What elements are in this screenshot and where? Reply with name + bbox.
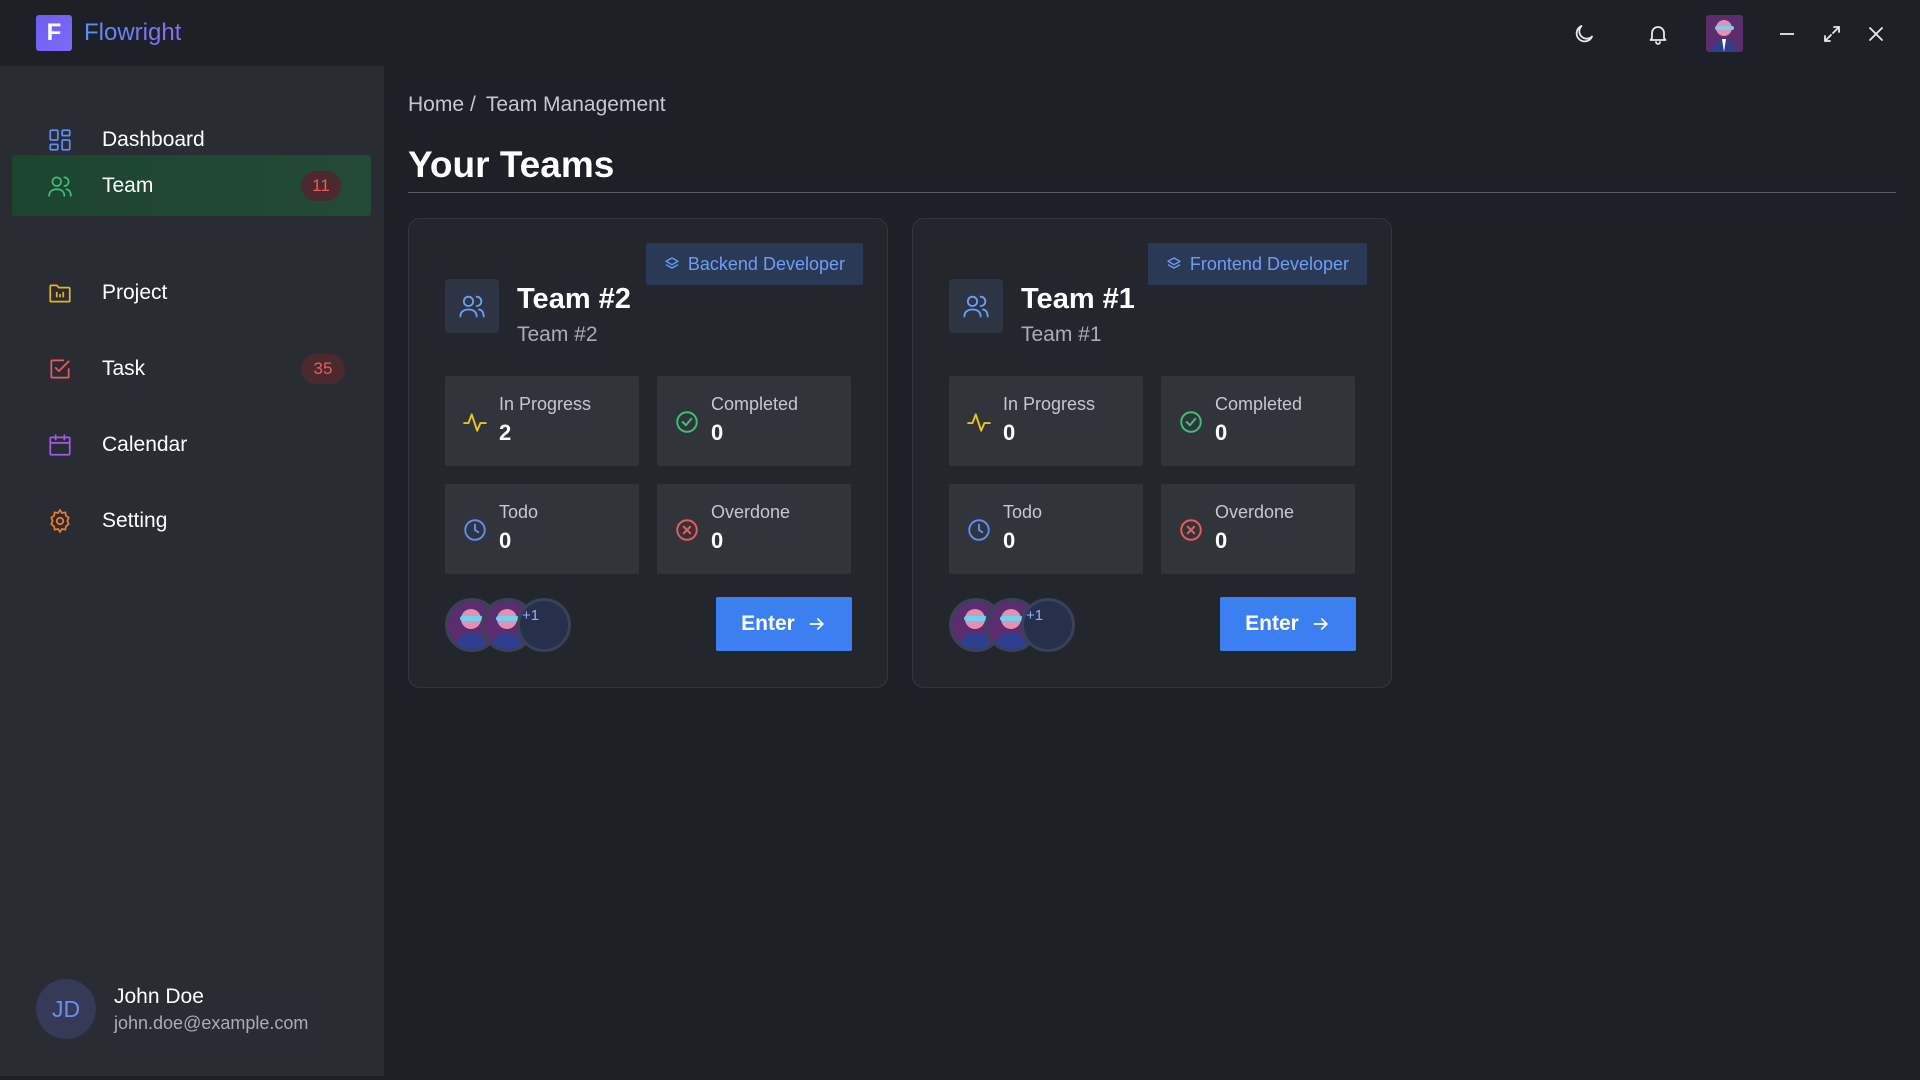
stat-overdone: Overdone 0: [657, 484, 851, 574]
team-count-badge: 11: [301, 170, 341, 201]
team-subtitle: Team #2: [517, 323, 598, 346]
sidebar-item-label: Team: [102, 173, 154, 197]
member-avatars[interactable]: +1: [949, 598, 1079, 652]
stat-value: 0: [1003, 528, 1016, 553]
stat-value: 0: [711, 420, 724, 445]
enter-team-button[interactable]: Enter: [716, 597, 852, 651]
avatar: JD: [36, 979, 96, 1039]
team-subtitle: Team #1: [1021, 323, 1102, 346]
role-tag-label: Frontend Developer: [1189, 253, 1349, 274]
sidebar-item-task[interactable]: Task 35: [12, 338, 371, 399]
clock-icon: [966, 517, 992, 543]
folder-chart-icon: [47, 280, 73, 306]
layers-icon: [1167, 257, 1181, 269]
bell-icon[interactable]: [1645, 21, 1671, 47]
divider: [408, 192, 1896, 193]
breadcrumb-separator: /: [470, 93, 476, 116]
team-name: Team #2: [517, 283, 631, 315]
stat-value: 0: [1215, 528, 1228, 553]
stat-value: 0: [1215, 420, 1228, 445]
enter-team-button[interactable]: Enter: [1220, 597, 1356, 651]
team-users-icon: [445, 279, 499, 333]
sidebar-item-team[interactable]: Team 11: [12, 155, 371, 216]
stat-label: In Progress: [499, 394, 592, 414]
stat-overdone: Overdone 0: [1161, 484, 1355, 574]
clock-icon: [462, 517, 488, 543]
stat-completed: Completed 0: [1161, 376, 1355, 466]
stat-in-progress: In Progress 0: [949, 376, 1143, 466]
more-members-badge: +1: [1021, 598, 1075, 652]
stat-value: 0: [711, 528, 724, 553]
stat-value: 2: [499, 420, 512, 445]
team-name: Team #1: [1021, 283, 1135, 315]
sidebar-item-label: Setting: [102, 508, 168, 532]
stat-label: Completed: [1215, 394, 1303, 414]
user-profile[interactable]: JD John Doe john.doe@example.com: [36, 979, 308, 1039]
team-users-icon: [949, 279, 1003, 333]
sidebar-item-label: Calendar: [102, 432, 188, 456]
x-circle-icon: [1178, 517, 1204, 543]
page-title: Your Teams: [408, 144, 615, 185]
stat-label: Completed: [711, 394, 799, 414]
task-count-badge: 35: [301, 353, 345, 384]
sidebar-item-setting[interactable]: Setting: [12, 490, 371, 551]
users-icon: [47, 173, 73, 199]
moon-icon[interactable]: [1571, 21, 1597, 47]
role-tag-label: Backend Developer: [687, 253, 845, 274]
stat-label: Overdone: [711, 502, 791, 522]
user-name: John Doe: [114, 985, 204, 1008]
team-card: Backend Developer Team #2 Team #2 In Pro…: [408, 218, 888, 688]
breadcrumb: Home / Team Management: [408, 93, 666, 117]
activity-icon: [966, 409, 992, 435]
app-logo: F: [36, 15, 72, 51]
user-avatar[interactable]: [1706, 15, 1743, 52]
sidebar-item-calendar[interactable]: Calendar: [12, 414, 371, 475]
stat-todo: Todo 0: [949, 484, 1143, 574]
sidebar-item-label: Task: [102, 356, 146, 380]
user-email: john.doe@example.com: [114, 1013, 309, 1033]
breadcrumb-home[interactable]: Home: [408, 93, 464, 117]
more-members-badge: +1: [517, 598, 571, 652]
calendar-icon: [47, 432, 73, 458]
gear-icon: [47, 508, 73, 534]
minimize-icon[interactable]: [1774, 21, 1800, 47]
layers-icon: [665, 257, 679, 269]
stat-label: Todo: [499, 502, 539, 522]
app-name: Flowright: [84, 19, 182, 46]
stat-label: Todo: [1003, 502, 1043, 522]
stat-value: 0: [1003, 420, 1016, 445]
sidebar-item-label: Project: [102, 280, 168, 304]
maximize-icon[interactable]: [1819, 21, 1845, 47]
role-tag: Backend Developer: [645, 243, 863, 285]
check-circle-icon: [674, 409, 700, 435]
x-circle-icon: [674, 517, 700, 543]
sidebar-item-project[interactable]: Project: [12, 262, 371, 323]
stat-in-progress: In Progress 2: [445, 376, 639, 466]
sidebar-item-label: Dashboard: [102, 127, 205, 151]
team-card: Frontend Developer Team #1 Team #1 In Pr…: [912, 218, 1392, 688]
dashboard-icon: [47, 127, 73, 153]
close-icon[interactable]: [1863, 21, 1889, 47]
checkbox-icon: [47, 356, 73, 382]
check-circle-icon: [1178, 409, 1204, 435]
stat-label: In Progress: [1003, 394, 1096, 414]
arrow-right-icon: [1313, 618, 1328, 630]
app-brand: F Flowright: [36, 15, 181, 51]
stat-value: 0: [499, 528, 512, 553]
arrow-right-icon: [809, 618, 824, 630]
stat-todo: Todo 0: [445, 484, 639, 574]
enter-button-label: Enter: [741, 612, 795, 635]
enter-button-label: Enter: [1245, 612, 1299, 635]
stat-completed: Completed 0: [657, 376, 851, 466]
breadcrumb-current: Team Management: [485, 93, 666, 116]
role-tag: Frontend Developer: [1147, 243, 1367, 285]
activity-icon: [462, 409, 488, 435]
title-bar: F Flowright: [0, 0, 1920, 66]
member-avatars[interactable]: +1: [445, 598, 575, 652]
sidebar: Dashboard Team 11 Project Task 35 Calend…: [0, 66, 384, 1076]
stat-label: Overdone: [1215, 502, 1295, 522]
